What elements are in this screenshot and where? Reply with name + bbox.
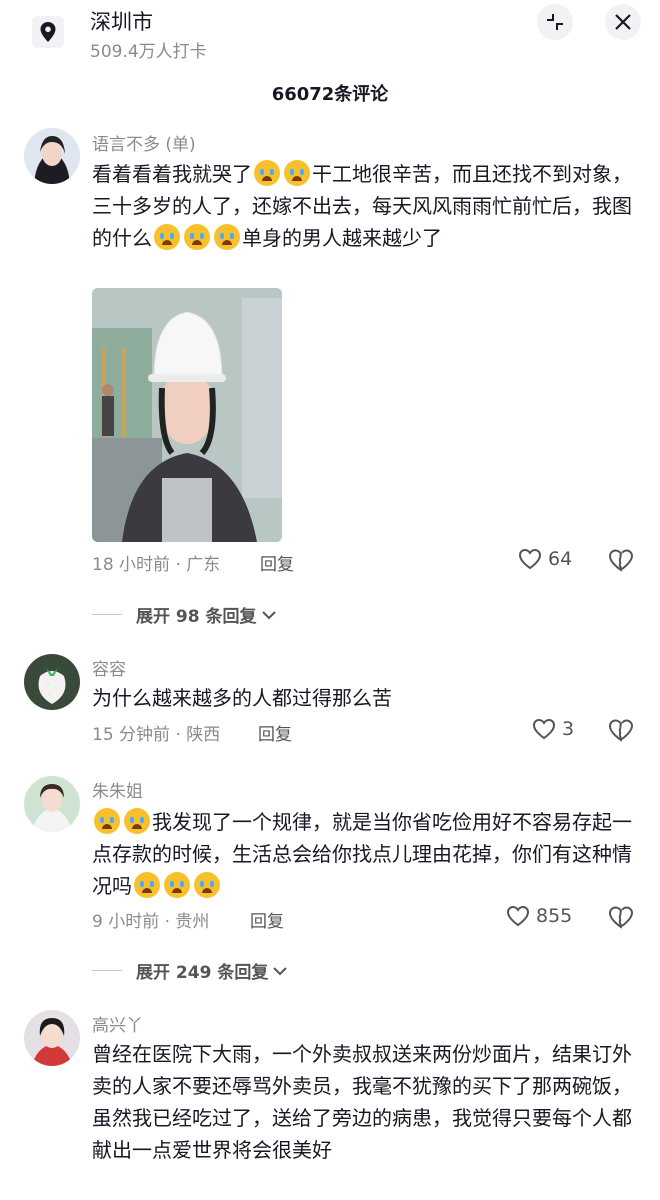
- dislike-button[interactable]: [608, 905, 634, 933]
- dislike-button[interactable]: [608, 718, 634, 746]
- heart-outline-icon: [518, 548, 542, 570]
- comment-time-location: 18 小时前 · 广东: [92, 555, 221, 575]
- close-button[interactable]: [605, 4, 641, 40]
- chevron-down-icon: [261, 610, 276, 619]
- heart-outline-icon: [506, 905, 530, 927]
- crying-emoji-icon: [194, 872, 220, 898]
- comment-photo[interactable]: [92, 288, 282, 542]
- expand-replies-button[interactable]: 展开 98 条回复: [92, 602, 277, 627]
- crying-emoji-icon: [214, 224, 240, 250]
- chevron-down-icon: [273, 966, 288, 975]
- broken-heart-icon: [608, 549, 633, 572]
- comment-text: 为什么越来越多的人都过得那么苦: [92, 686, 392, 710]
- broken-heart-icon: [608, 719, 633, 742]
- comment-count-title: 66072条评论: [271, 84, 389, 105]
- reply-button[interactable]: 回复: [250, 907, 284, 932]
- comment-username[interactable]: 朱朱姐: [92, 777, 143, 802]
- crying-emoji-icon: [284, 160, 310, 186]
- crying-emoji-icon: [184, 224, 210, 250]
- avatar[interactable]: [24, 128, 80, 184]
- crying-emoji-icon: [254, 160, 280, 186]
- like-button[interactable]: 64: [518, 548, 572, 570]
- heart-outline-icon: [532, 718, 556, 740]
- collapse-button[interactable]: [537, 4, 573, 40]
- reply-button[interactable]: 回复: [258, 720, 292, 745]
- location-checkins: 509.4万人打卡: [90, 42, 207, 62]
- avatar[interactable]: [24, 654, 80, 710]
- crying-emoji-icon: [154, 224, 180, 250]
- expand-replies-button[interactable]: 展开 249 条回复: [92, 958, 288, 983]
- dislike-button[interactable]: [608, 548, 634, 576]
- expand-divider: [92, 970, 122, 971]
- comment-username[interactable]: 容容: [92, 655, 126, 680]
- crying-emoji-icon: [134, 872, 160, 898]
- avatar[interactable]: [24, 776, 80, 832]
- like-count: 855: [536, 905, 573, 927]
- like-button[interactable]: 855: [506, 905, 572, 927]
- expand-replies-label: 展开 249 条回复: [136, 963, 269, 983]
- reply-button[interactable]: 回复: [260, 550, 294, 575]
- like-count: 3: [562, 718, 575, 740]
- comment-time-location: 9 小时前 · 贵州: [92, 912, 210, 932]
- collapse-icon: [547, 14, 563, 30]
- close-icon: [615, 14, 631, 30]
- like-button[interactable]: 3: [532, 718, 574, 740]
- crying-emoji-icon: [94, 808, 120, 834]
- crying-emoji-icon: [164, 872, 190, 898]
- expand-replies-label: 展开 98 条回复: [136, 607, 257, 627]
- broken-heart-icon: [608, 906, 633, 929]
- comment-username[interactable]: 高兴丫: [92, 1011, 143, 1036]
- comment-username[interactable]: 语言不多 (单): [92, 130, 196, 155]
- expand-divider: [92, 614, 122, 615]
- like-count: 64: [548, 548, 573, 570]
- comment-text: 我发现了一个规律，就是当你省吃俭用好不容易存起一点存款的时候，生活总会给你找点儿…: [92, 808, 632, 898]
- avatar[interactable]: [24, 1010, 80, 1066]
- crying-emoji-icon: [124, 808, 150, 834]
- comment-time-location: 15 分钟前 · 陕西: [92, 725, 221, 745]
- comment-text: 曾经在医院下大雨，一个外卖叔叔送来两份炒面片，结果订外卖的人家不要还辱骂外卖员，…: [92, 1042, 632, 1162]
- location-city: 深圳市: [90, 10, 153, 34]
- comment-text: 看着看着我就哭了 干工地很辛苦，而且还找不到对象，三十多岁的人了，还嫁不出去，每天…: [92, 160, 632, 250]
- location-pin-icon: [32, 16, 64, 48]
